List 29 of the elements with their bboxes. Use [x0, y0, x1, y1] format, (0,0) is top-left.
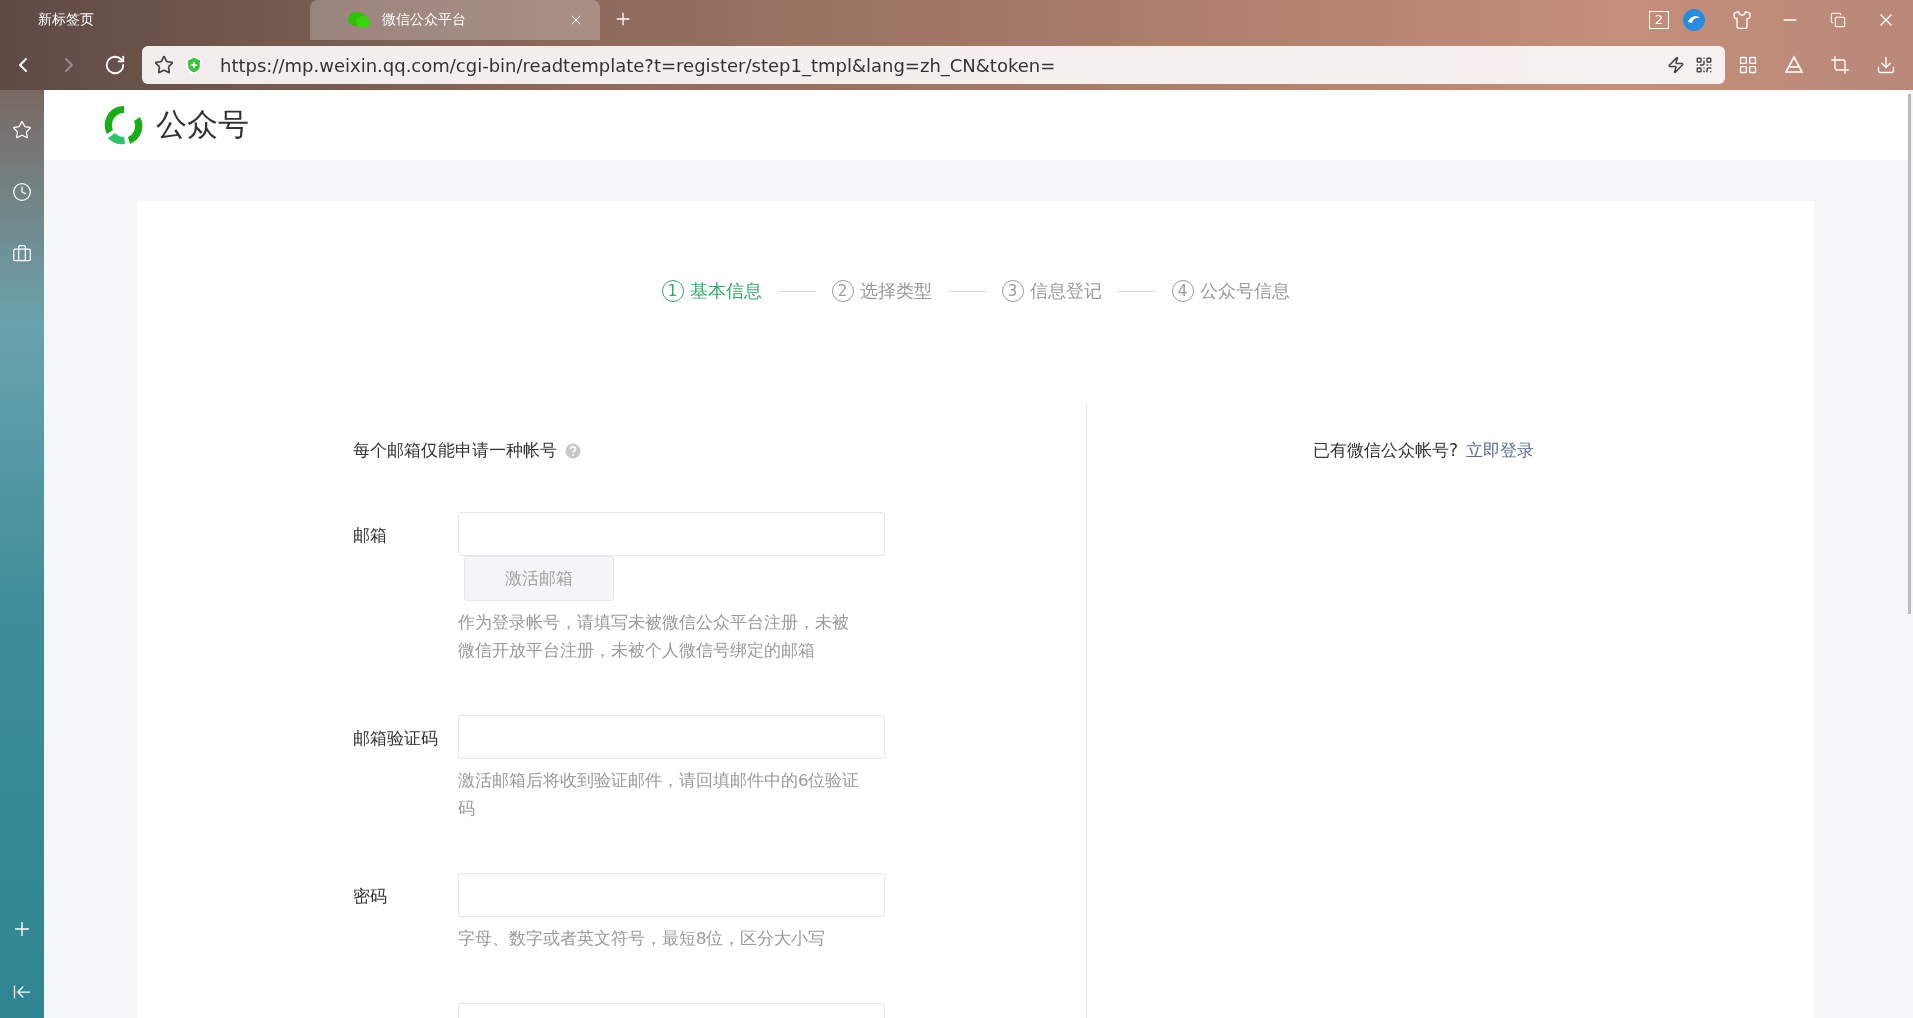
briefcase-icon[interactable]	[12, 244, 32, 264]
lightning-icon[interactable]	[1667, 56, 1685, 74]
clock-icon[interactable]	[12, 182, 32, 202]
field-hint: 字母、数字或者英文符号，最短8位，区分大小写	[458, 928, 827, 950]
login-prompt: 已有微信公众帐号?	[1313, 440, 1459, 460]
step-indicator: 1 基本信息	[661, 279, 762, 303]
field-label: 密码	[353, 885, 388, 908]
intro-text: 每个邮箱仅能申请一种帐号	[353, 439, 557, 462]
field-label: 邮箱	[353, 524, 388, 547]
shield-icon	[184, 55, 204, 75]
star-icon[interactable]	[154, 55, 174, 75]
qr-code-icon[interactable]	[1695, 56, 1713, 74]
chat-bubbles-icon	[348, 11, 370, 29]
login-link[interactable]: 立即登录	[1466, 440, 1535, 460]
input-field[interactable]	[458, 873, 885, 917]
step-indicator: 4 公众号信息	[1171, 279, 1290, 303]
step-indicator: 2 选择类型	[831, 279, 932, 303]
browser-tab[interactable]: 新标签页	[0, 0, 262, 40]
address-bar[interactable]: https://mp.weixin.qq.com/cgi-bin/readtemplate?t=register/step1_tmpl&lang=zh_CN&token=	[142, 46, 1725, 84]
help-icon[interactable]	[563, 440, 583, 461]
step-indicator: 3 信息登记	[1001, 279, 1102, 303]
field-label: 邮箱验证码	[353, 727, 439, 750]
input-field[interactable]	[458, 512, 885, 556]
browser-tab[interactable]: 微信公众平台	[310, 0, 600, 40]
logo-text: 公众号	[156, 105, 249, 144]
field-hint: 激活邮箱后将收到验证邮件，请回填邮件中的6位验证码	[458, 770, 861, 820]
input-field[interactable]	[458, 715, 885, 759]
field-hint: 作为登录帐号，请填写未被微信公众平台注册，未被微信开放平台注册，未被个人微信号绑定的邮箱	[458, 612, 850, 662]
scrollbar-thumb[interactable]	[1908, 94, 1911, 614]
